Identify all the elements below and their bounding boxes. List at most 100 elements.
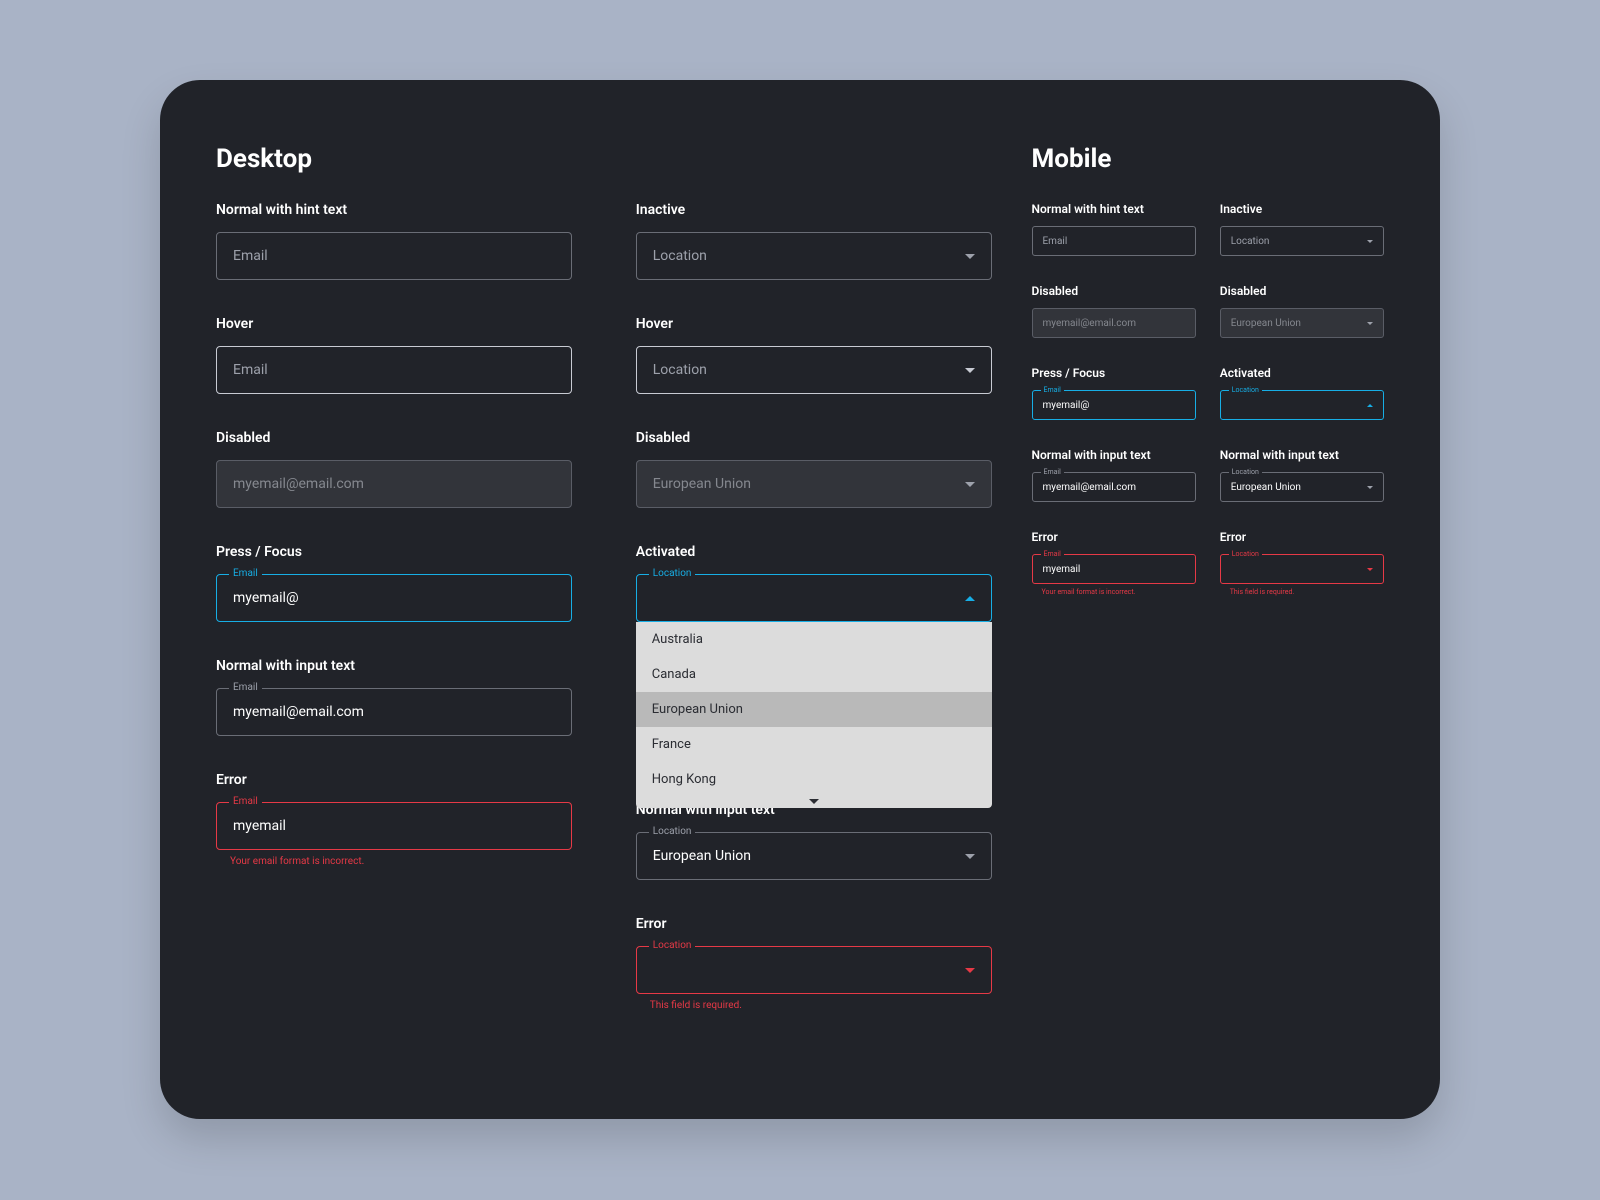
chevron-up-icon [965,596,975,601]
state-label: Normal with hint text [216,202,572,218]
email-input-error[interactable]: Email myemail [216,802,572,850]
location-select-disabled: European Union [636,460,992,508]
location-select-error-mobile[interactable]: Location [1220,554,1384,584]
location-select-filled-mobile[interactable]: Location European Union [1220,472,1384,502]
placeholder-text: Location [653,362,965,378]
chevron-down-icon [965,482,975,487]
desktop-select-inputs: Inactive Location Hover Location Disable… [636,202,992,1047]
chevron-up-icon [1367,404,1373,407]
chevron-down-icon [1367,322,1373,325]
dropdown-option[interactable]: Canada [636,657,992,692]
error-message: Your email format is incorrect. [1032,588,1196,596]
state-label: Activated [636,544,992,560]
chevron-down-icon [1367,240,1373,243]
chevron-down-icon [809,799,819,804]
location-select-inactive[interactable]: Location [636,232,992,280]
mobile-title: Mobile [1032,144,1385,174]
state-label: Normal with input text [216,658,572,674]
float-label: Email [229,682,262,693]
dropdown-option[interactable]: Australia [636,622,992,657]
placeholder-text: Email [233,362,555,378]
email-input-focus[interactable]: Email myemail@ [216,574,572,622]
email-input-hover[interactable]: Email [216,346,572,394]
dropdown-scroll-indicator[interactable] [636,797,992,808]
dropdown-option[interactable]: Hong Kong [636,762,992,797]
state-label: Press / Focus [1032,366,1196,380]
desktop-section: Desktop Normal with hint text Email Hove… [216,144,992,1047]
float-label: Email [1041,468,1064,476]
location-select-activated[interactable]: Location [636,574,992,622]
design-spec-card: Desktop Normal with hint text Email Hove… [160,80,1440,1119]
input-value: myemail@email.com [1043,482,1185,493]
state-label: Error [216,772,572,788]
placeholder-text: Email [233,248,555,264]
email-input-disabled: myemail@email.com [216,460,572,508]
location-select-filled[interactable]: Location European Union [636,832,992,880]
email-input-focus-mobile[interactable]: Email myemail@ [1032,390,1196,420]
state-label: Inactive [636,202,992,218]
input-value: myemail [1043,564,1185,575]
email-input-normal-mobile[interactable]: Email [1032,226,1196,256]
location-select-hover[interactable]: Location [636,346,992,394]
chevron-down-icon [965,254,975,259]
input-value: myemail@email.com [233,476,555,492]
error-message: This field is required. [636,1000,992,1011]
select-value: European Union [1231,318,1367,329]
float-label: Email [229,568,262,579]
chevron-down-icon [965,968,975,973]
dropdown-option-selected[interactable]: European Union [636,692,992,727]
state-label: Normal with input text [1220,448,1384,462]
placeholder-text: Email [1043,236,1185,247]
state-label: Activated [1220,366,1384,380]
location-select-disabled-mobile: European Union [1220,308,1384,338]
state-label: Disabled [216,430,572,446]
float-label: Location [649,826,696,837]
email-input-filled-mobile[interactable]: Email myemail@email.com [1032,472,1196,502]
mobile-select-inputs: Inactive Location Disabled European Unio… [1220,202,1384,624]
mobile-section: Mobile Normal with hint text Email Disab… [1032,144,1385,1047]
float-label: Location [1229,468,1262,476]
state-label: Disabled [1220,284,1384,298]
input-value: myemail [233,818,555,834]
float-label: Location [1229,550,1262,558]
float-label: Location [1229,386,1262,394]
select-value: European Union [653,848,965,864]
desktop-title: Desktop [216,144,992,174]
input-value: myemail@email.com [233,704,555,720]
email-input-error-mobile[interactable]: Email myemail [1032,554,1196,584]
mobile-text-inputs: Normal with hint text Email Disabled mye… [1032,202,1196,624]
placeholder-text: Location [653,248,965,264]
state-label: Normal with hint text [1032,202,1196,216]
error-message: This field is required. [1220,588,1384,596]
state-label: Normal with input text [1032,448,1196,462]
chevron-down-icon [1367,486,1373,489]
state-label: Error [1032,530,1196,544]
location-select-inactive-mobile[interactable]: Location [1220,226,1384,256]
state-label: Hover [216,316,572,332]
chevron-down-icon [965,854,975,859]
float-label: Email [1041,386,1064,394]
desktop-text-inputs: Normal with hint text Email Hover Email … [216,202,572,1047]
state-label: Press / Focus [216,544,572,560]
dropdown-menu: Australia Canada European Union France H… [636,622,992,808]
input-value: myemail@ [233,590,555,606]
input-value: myemail@email.com [1043,318,1185,329]
select-value: European Union [653,476,965,492]
email-input-disabled-mobile: myemail@email.com [1032,308,1196,338]
state-label: Hover [636,316,992,332]
email-input-normal[interactable]: Email [216,232,572,280]
placeholder-text: Location [1231,236,1367,247]
float-label: Location [649,568,696,579]
state-label: Error [1220,530,1384,544]
state-label: Error [636,916,992,932]
error-message: Your email format is incorrect. [216,856,572,867]
state-label: Disabled [1032,284,1196,298]
email-input-filled[interactable]: Email myemail@email.com [216,688,572,736]
location-select-error[interactable]: Location [636,946,992,994]
select-value: European Union [1231,482,1367,493]
state-label: Disabled [636,430,992,446]
location-select-activated-mobile[interactable]: Location [1220,390,1384,420]
input-value: myemail@ [1043,400,1185,411]
dropdown-option[interactable]: France [636,727,992,762]
chevron-down-icon [1367,568,1373,571]
